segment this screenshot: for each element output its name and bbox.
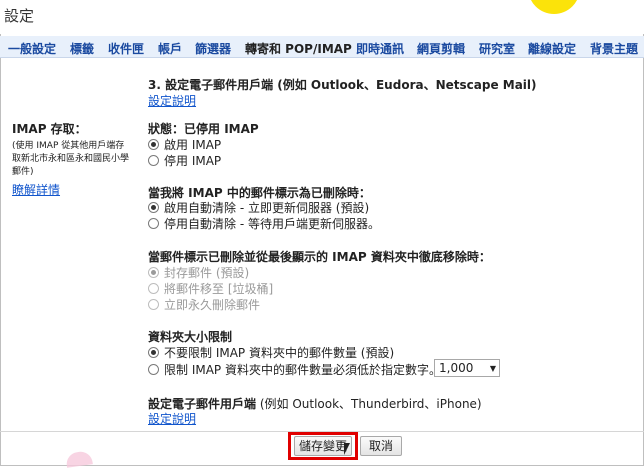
auto-expunge-on-option[interactable]: 啟用自動清除 - 立即更新伺服器 (預設) bbox=[148, 199, 369, 216]
enable-imap-radio[interactable] bbox=[148, 139, 159, 150]
tab-offline[interactable]: 離線設定 bbox=[528, 40, 576, 57]
expunge-behavior-heading: 當郵件標示已刪除並從最後顯示的 IMAP 資料夾中徹底移除時： bbox=[148, 250, 491, 264]
setup-instructions-link-bottom[interactable]: 設定說明 bbox=[148, 410, 196, 427]
client-config-heading: 設定電子郵件用戶端 (例如 Outlook、Thunderbird、iPhone… bbox=[148, 395, 482, 412]
archive-label: 封存郵件 (預設) bbox=[164, 266, 250, 280]
email-client-heading: 3. 設定電子郵件用戶端 (例如 Outlook、Eudora、Netscape… bbox=[148, 78, 537, 92]
no-limit-option[interactable]: 不要限制 IMAP 資料夾中的郵件數量 (預設) bbox=[148, 344, 394, 361]
move-to-trash-radio[interactable] bbox=[148, 283, 159, 294]
auto-expunge-on-radio[interactable] bbox=[148, 202, 159, 213]
folder-limit-value: 1,000 bbox=[439, 361, 474, 375]
enable-imap-option[interactable]: 啟用 IMAP bbox=[148, 136, 221, 153]
archive-radio[interactable] bbox=[148, 267, 159, 278]
imap-access-description: (使用 IMAP 從其他用戶端存取新北市永和區永和國民小學郵件) bbox=[12, 141, 130, 177]
limit-label: 限制 IMAP 資料夾中的郵件數量必須低於指定數字。 bbox=[164, 363, 441, 377]
folder-limit-select[interactable]: 1,000 ▼ bbox=[434, 359, 500, 377]
disable-imap-label: 停用 IMAP bbox=[164, 154, 222, 168]
tab-chat[interactable]: 即時通訊 bbox=[356, 40, 404, 57]
cancel-button[interactable]: 取消 bbox=[360, 436, 402, 456]
chevron-down-icon: ▼ bbox=[489, 364, 496, 373]
archive-option[interactable]: 封存郵件 (預設) bbox=[148, 264, 249, 281]
tab-forwarding-pop-imap[interactable]: 轉寄和 POP/IMAP bbox=[245, 40, 352, 57]
limit-option[interactable]: 限制 IMAP 資料夾中的郵件數量必須低於指定數字。 bbox=[148, 361, 441, 378]
title-bar: 設定 bbox=[0, 0, 644, 34]
tab-general[interactable]: 一般設定 bbox=[8, 40, 56, 57]
auto-expunge-off-label: 停用自動清除 - 等待用戶端更新伺服器。 bbox=[164, 217, 380, 231]
tab-inbox[interactable]: 收件匣 bbox=[108, 40, 144, 57]
no-limit-label: 不要限制 IMAP 資料夾中的郵件數量 (預設) bbox=[164, 346, 395, 360]
move-to-trash-option[interactable]: 將郵件移至 [垃圾桶] bbox=[148, 280, 273, 297]
page-title: 設定 bbox=[4, 7, 35, 25]
folder-size-heading: 資料夾大小限制 bbox=[148, 330, 233, 344]
imap-sidebar: IMAP 存取： (使用 IMAP 從其他用戶端存取新北市永和區永和國民小學郵件… bbox=[12, 120, 130, 198]
disable-imap-radio[interactable] bbox=[148, 155, 159, 166]
client-config-heading-rest: (例如 Outlook、Thunderbird、iPhone) bbox=[256, 397, 482, 411]
delete-forever-radio[interactable] bbox=[148, 299, 159, 310]
tab-labels[interactable]: 標籤 bbox=[70, 40, 94, 57]
auto-expunge-off-radio[interactable] bbox=[148, 218, 159, 229]
no-limit-radio[interactable] bbox=[148, 347, 159, 358]
logo-decoration bbox=[528, 0, 580, 14]
settings-tabs: 一般設定 標籤 收件匣 帳戶 篩選器 轉寄和 POP/IMAP 即時通訊 網頁剪… bbox=[0, 36, 644, 58]
status-label: 狀態： bbox=[148, 122, 185, 136]
setup-instructions-link-top[interactable]: 設定說明 bbox=[148, 92, 196, 109]
tab-web-clips[interactable]: 網頁剪輯 bbox=[417, 40, 465, 57]
tab-filters[interactable]: 篩選器 bbox=[195, 40, 231, 57]
limit-radio[interactable] bbox=[148, 364, 159, 375]
move-to-trash-label: 將郵件移至 [垃圾桶] bbox=[164, 282, 274, 296]
mouse-pointer-icon bbox=[344, 443, 350, 455]
tab-accounts[interactable]: 帳戶 bbox=[158, 40, 182, 57]
delete-forever-label: 立即永久刪除郵件 bbox=[164, 298, 261, 312]
disable-imap-option[interactable]: 停用 IMAP bbox=[148, 152, 221, 169]
tab-themes[interactable]: 背景主題 bbox=[590, 40, 638, 57]
imap-access-title: IMAP 存取： bbox=[12, 122, 87, 136]
auto-expunge-off-option[interactable]: 停用自動清除 - 等待用戶端更新伺服器。 bbox=[148, 215, 380, 232]
delete-forever-option[interactable]: 立即永久刪除郵件 bbox=[148, 296, 260, 313]
tab-labs[interactable]: 研究室 bbox=[479, 40, 515, 57]
status-value: 已停用 IMAP bbox=[184, 122, 259, 136]
imap-status: 狀態：已停用 IMAP bbox=[148, 120, 259, 137]
learn-more-link[interactable]: 瞭解詳情 bbox=[12, 181, 130, 198]
auto-expunge-on-label: 啟用自動清除 - 立即更新伺服器 (預設) bbox=[164, 201, 370, 215]
enable-imap-label: 啟用 IMAP bbox=[164, 138, 222, 152]
client-config-heading-bold: 設定電子郵件用戶端 bbox=[148, 397, 257, 411]
